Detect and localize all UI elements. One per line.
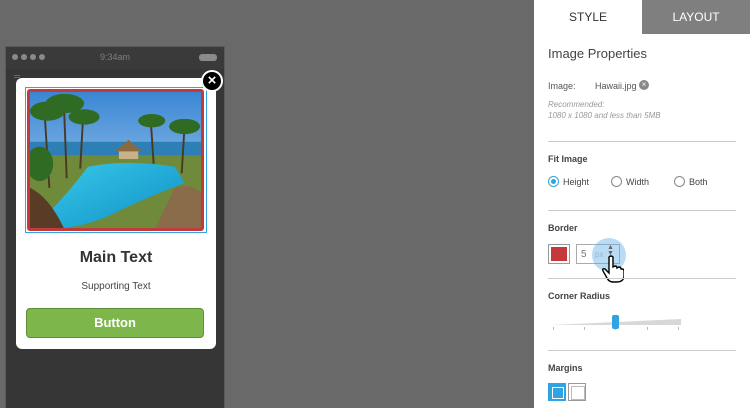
beach-pool-image bbox=[30, 92, 201, 228]
phone-time: 9:34am bbox=[99, 52, 131, 62]
close-icon[interactable]: × bbox=[201, 70, 223, 92]
border-width-value: 5 bbox=[581, 249, 587, 260]
menu-icon bbox=[14, 75, 20, 76]
border-color-picker[interactable] bbox=[548, 244, 570, 264]
fit-height-radio[interactable]: Height bbox=[548, 176, 589, 187]
corner-radius-label: Corner Radius bbox=[548, 291, 611, 301]
fit-height-label: Height bbox=[563, 176, 590, 187]
panel-title: Image Properties bbox=[548, 46, 647, 61]
divider bbox=[548, 278, 736, 279]
radio-icon bbox=[674, 176, 685, 187]
popup-button[interactable]: Button bbox=[26, 308, 204, 338]
margin-inner-button[interactable] bbox=[548, 383, 566, 401]
radio-selected-icon bbox=[548, 176, 559, 187]
recommended-size: 1080 x 1080 and less than 5MB bbox=[548, 111, 661, 120]
popup-supporting-text[interactable]: Supporting Text bbox=[16, 281, 216, 292]
border-label: Border bbox=[548, 223, 578, 233]
fit-width-label: Width bbox=[626, 176, 650, 187]
border-color-swatch bbox=[551, 247, 567, 261]
radio-icon bbox=[611, 176, 622, 187]
popup-main-text[interactable]: Main Text bbox=[16, 249, 216, 267]
corner-radius-slider[interactable] bbox=[551, 313, 681, 333]
divider bbox=[548, 141, 736, 142]
battery-icon bbox=[199, 54, 217, 61]
fit-width-radio[interactable]: Width bbox=[611, 176, 649, 187]
popup-image[interactable] bbox=[27, 89, 204, 231]
remove-image-icon[interactable]: × bbox=[639, 80, 649, 90]
image-label: Image: bbox=[548, 81, 576, 91]
fit-both-radio[interactable]: Both bbox=[674, 176, 708, 187]
recommended-label: Recommended: bbox=[548, 100, 605, 109]
panel-tabs: STYLE LAYOUT bbox=[534, 0, 750, 34]
fit-image-label: Fit Image bbox=[548, 154, 588, 164]
fit-both-label: Both bbox=[689, 176, 708, 187]
divider bbox=[548, 210, 736, 211]
margin-outer-button[interactable] bbox=[568, 383, 586, 401]
image-filename: Hawaii.jpg bbox=[595, 81, 637, 91]
slider-thumb[interactable] bbox=[612, 315, 619, 329]
divider bbox=[548, 350, 736, 351]
margins-label: Margins bbox=[548, 363, 583, 373]
phone-status-bar: 9:34am bbox=[6, 47, 224, 69]
tab-style[interactable]: STYLE bbox=[534, 0, 642, 34]
tab-layout[interactable]: LAYOUT bbox=[642, 0, 750, 34]
properties-panel: STYLE LAYOUT Image Properties Image: Haw… bbox=[534, 0, 750, 408]
